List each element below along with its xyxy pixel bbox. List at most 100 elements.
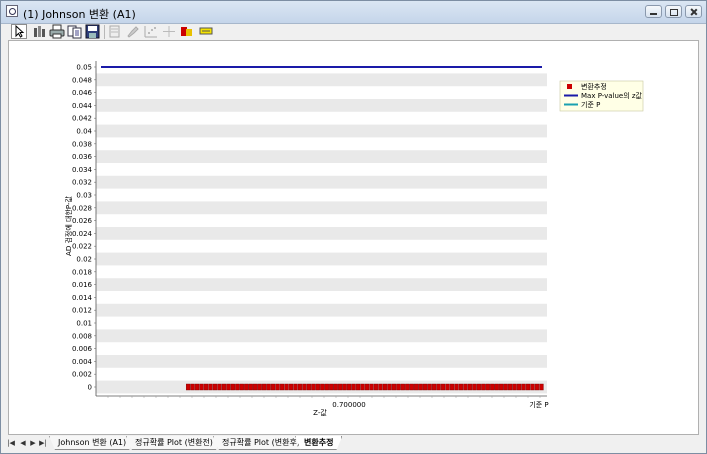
data-point [333,383,338,391]
tab-normal-plot-after[interactable]: 정규확률 Plot (변환후) [213,436,309,450]
title-bar[interactable]: (1) Johnson 변환 (A1) [1,1,706,24]
close-button[interactable] [685,5,702,18]
data-point [369,383,374,391]
y-tick-label: 0.008 [72,332,92,340]
tab-label: 정규확률 Plot (변환후) [222,438,300,447]
data-point [472,383,477,391]
data-point [534,383,540,391]
y-tick-label: 0.024 [72,230,93,238]
y-tick-label: 0.022 [72,243,92,251]
data-point [449,383,455,391]
maximize-button[interactable] [665,5,682,18]
grid-band [96,124,547,138]
print-button[interactable] [49,24,65,39]
first-sheet-icon[interactable]: |◀ [7,438,15,448]
tab-label: 변환추정 [304,438,334,447]
chart-area[interactable]: 0 0.002 0.004 0.006 0.008 0.01 0.012 0.014 0.016… [8,40,699,435]
legend-label: 변환추정 [581,82,607,91]
y-tick-label: 0.026 [72,217,93,225]
tab-label: 정규확률 Plot (변환전) [135,438,213,447]
data-point [378,383,383,391]
data-point [351,383,356,391]
data-point [270,383,276,391]
data-point [320,383,325,391]
data-point [423,383,428,391]
legend-label: Max P-value의 z값 [581,91,643,100]
data-point [454,383,459,391]
color-palette-button[interactable] [179,24,195,39]
data-point [306,383,312,391]
label-icon [199,27,213,35]
copy-icon [67,25,82,39]
data-point [311,383,316,391]
data-point [387,383,392,391]
plot-area: 0 0.002 0.004 0.006 0.008 0.01 0.012 0.014 0.016… [64,61,549,417]
floppy-disk-icon [85,24,100,39]
data-point [414,383,419,391]
y-tick-label: 0.03 [76,192,92,200]
crosshair-icon [163,26,175,37]
data-point [302,383,307,391]
data-point [208,383,213,391]
properties-icon [34,26,45,37]
prev-sheet-icon[interactable]: ◀ [19,438,27,448]
data-point [266,383,271,391]
y-tick-label: 0.036 [72,153,93,161]
data-point [427,383,432,391]
data-point [516,383,522,391]
copy-button[interactable] [67,24,83,39]
grid-band [96,329,547,343]
x-tick-label: 기준 P [529,400,548,409]
data-point [355,383,361,391]
grid-band [96,278,547,291]
data-point [239,383,244,391]
data-point [530,383,535,391]
legend-marker [567,84,572,89]
data-point [257,383,262,391]
data-point [203,383,209,391]
data-point [490,383,495,391]
y-tick-label: 0.004 [72,358,93,366]
tab-johnson-transform[interactable]: Johnson 변환 (A1) [49,436,135,450]
save-button[interactable] [85,24,101,39]
minimize-button[interactable] [645,5,662,18]
y-tick-label: 0.04 [76,128,92,136]
brush-button[interactable] [125,24,141,39]
data-point [485,383,490,391]
data-point [458,383,464,391]
data-point [221,383,227,391]
data-point [194,383,200,391]
data-point [293,383,298,391]
grid-band [96,355,547,368]
data-point [212,383,218,391]
y-tick-label: 0.018 [72,268,92,276]
y-tick-label: 0.002 [72,371,92,379]
label-tool-button[interactable] [198,24,214,39]
data-point [494,383,499,391]
next-sheet-icon[interactable]: ▶ [29,438,37,448]
data-point [499,383,504,391]
data-point [338,383,343,391]
grid-band [96,99,547,112]
last-sheet-icon[interactable]: ▶| [39,438,47,448]
tab-normal-plot-before[interactable]: 정규확률 Plot (변환전) [126,436,222,450]
line-chart[interactable]: 0 0.002 0.004 0.006 0.008 0.01 0.012 0.014 0.016… [9,41,698,434]
data-point [324,383,329,391]
crosshair-button[interactable] [161,24,177,39]
data-point [467,383,473,391]
properties-button[interactable] [32,24,48,39]
y-tick-label: 0.014 [72,294,93,302]
data-point [248,383,253,391]
data-point [288,383,294,391]
data-table-button[interactable] [107,24,123,39]
scatter-tool-button[interactable] [143,24,159,39]
y-tick-label: 0.042 [72,115,92,123]
tab-transform-estimate[interactable]: 변환추정 [295,436,342,450]
data-point [244,383,249,391]
pointer-tool-button[interactable] [11,24,27,39]
data-point [382,383,388,391]
data-point [315,383,320,391]
tab-label: Johnson 변환 (A1) [58,438,127,447]
data-point [275,383,280,391]
y-tick-label: 0.044 [72,102,93,110]
